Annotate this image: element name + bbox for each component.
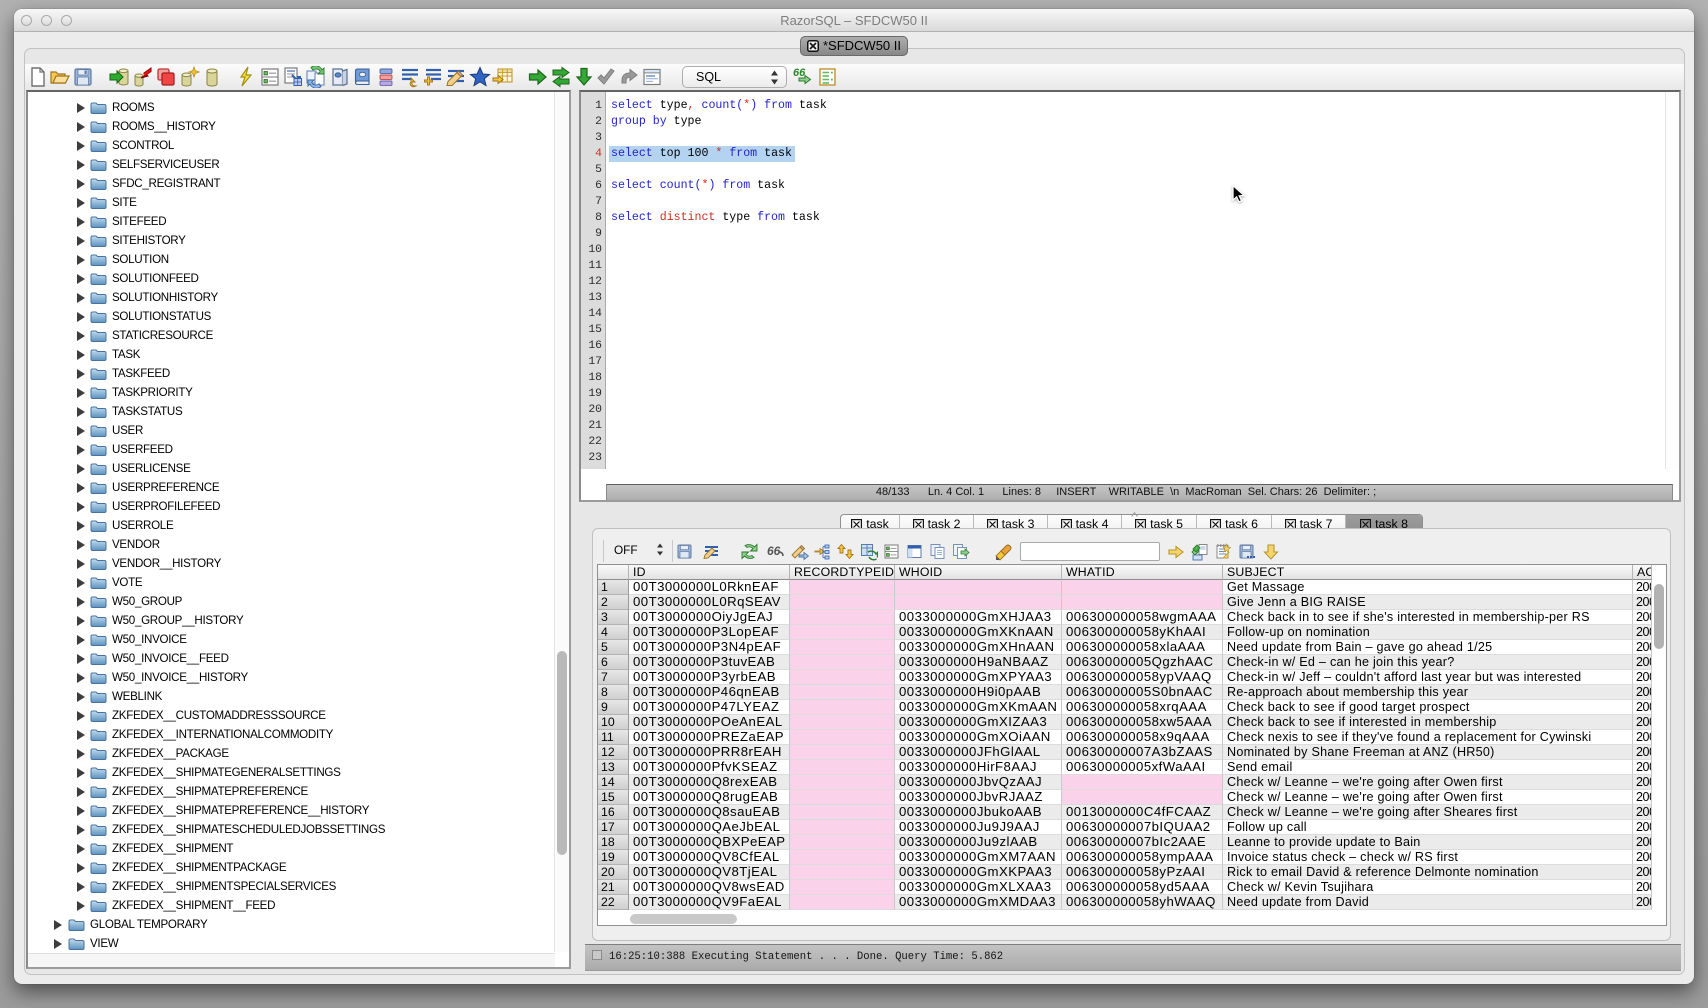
svg-text:66: 66 — [767, 544, 781, 558]
